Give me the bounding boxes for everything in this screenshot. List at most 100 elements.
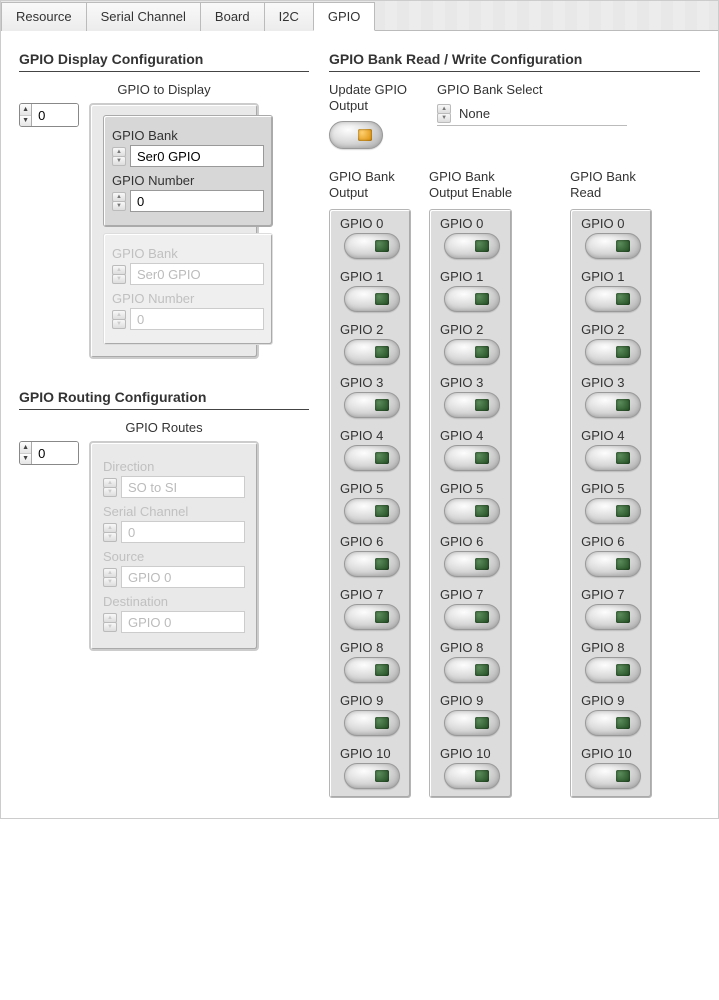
bank-select[interactable]: ▲▼ None xyxy=(437,104,627,126)
update-output-button[interactable] xyxy=(329,121,383,149)
tab-gpio[interactable]: GPIO xyxy=(313,2,376,31)
gpio-cell-label: GPIO 7 xyxy=(340,585,383,602)
gpio-number-spin-disabled: ▲ ▼ xyxy=(112,310,126,329)
routes-index-stepper[interactable]: ▲ ▼ xyxy=(19,441,79,465)
gpio-cell: GPIO 10 xyxy=(340,744,400,793)
gpio-toggle-output-3[interactable] xyxy=(344,392,400,418)
bank-select-spin[interactable]: ▲▼ xyxy=(437,104,451,123)
tab-board[interactable]: Board xyxy=(200,2,265,31)
gpio-toggle-output-2[interactable] xyxy=(344,339,400,365)
led-icon xyxy=(375,770,389,782)
gpio-toggle-output-enable-10[interactable] xyxy=(444,763,500,789)
gpio-toggle-read-7[interactable] xyxy=(585,604,641,630)
gpio-toggle-output-7[interactable] xyxy=(344,604,400,630)
gpio-toggle-read-10[interactable] xyxy=(585,763,641,789)
gpio-toggle-output-enable-5[interactable] xyxy=(444,498,500,524)
gpio-to-display-label: GPIO to Display xyxy=(19,82,309,97)
gpio-toggle-read-3[interactable] xyxy=(585,392,641,418)
routes-index-input[interactable] xyxy=(32,442,78,464)
gpio-cell: GPIO 3 xyxy=(340,373,400,422)
led-icon xyxy=(375,240,389,252)
gpio-toggle-read-1[interactable] xyxy=(585,286,641,312)
gpio-toggle-output-enable-6[interactable] xyxy=(444,551,500,577)
gpio-cell-label: GPIO 1 xyxy=(440,267,483,284)
routes-array-panel: Direction ▲▼ Serial Channel ▲▼ Source ▲▼ xyxy=(89,441,259,651)
gpio-toggle-output-8[interactable] xyxy=(344,657,400,683)
led-icon xyxy=(475,293,489,305)
gpio-cell-label: GPIO 10 xyxy=(581,744,632,761)
tab-resource[interactable]: Resource xyxy=(1,2,87,31)
gpio-toggle-output-10[interactable] xyxy=(344,763,400,789)
gpio-toggle-output-enable-3[interactable] xyxy=(444,392,500,418)
gpio-cell: GPIO 6 xyxy=(340,532,400,581)
gpio-number-spin-down[interactable]: ▼ xyxy=(112,201,126,211)
gpio-toggle-output-1[interactable] xyxy=(344,286,400,312)
gpio-toggle-output-6[interactable] xyxy=(344,551,400,577)
led-icon xyxy=(475,399,489,411)
bank-spin[interactable]: ▲ ▼ xyxy=(112,147,126,166)
led-icon xyxy=(475,664,489,676)
gpio-number-value-disabled xyxy=(130,308,264,330)
display-index-input[interactable] xyxy=(32,104,78,126)
gpio-toggle-output-enable-4[interactable] xyxy=(444,445,500,471)
gpio-col-list: GPIO 0GPIO 1GPIO 2GPIO 3GPIO 4GPIO 5GPIO… xyxy=(570,209,652,798)
gpio-cell: GPIO 10 xyxy=(440,744,501,793)
gpio-number-value[interactable] xyxy=(130,190,264,212)
gpio-cell: GPIO 8 xyxy=(340,638,400,687)
gpio-toggle-read-2[interactable] xyxy=(585,339,641,365)
gpio-toggle-output-enable-0[interactable] xyxy=(444,233,500,259)
gpio-cell-label: GPIO 1 xyxy=(581,267,624,284)
gpio-col-read: GPIO Bank ReadGPIO 0GPIO 1GPIO 2GPIO 3GP… xyxy=(570,169,652,798)
bank-value[interactable] xyxy=(130,145,264,167)
gpio-toggle-output-enable-8[interactable] xyxy=(444,657,500,683)
gpio-col-output-enable: GPIO Bank Output EnableGPIO 0GPIO 1GPIO … xyxy=(429,169,512,798)
led-icon xyxy=(475,452,489,464)
gpio-toggle-output-4[interactable] xyxy=(344,445,400,471)
direction-spin: ▲▼ xyxy=(103,478,117,497)
gpio-cell: GPIO 9 xyxy=(440,691,501,740)
bank-label: GPIO Bank xyxy=(112,128,264,143)
led-icon xyxy=(375,293,389,305)
gpio-toggle-read-6[interactable] xyxy=(585,551,641,577)
gpio-toggle-read-8[interactable] xyxy=(585,657,641,683)
tab-serial-channel[interactable]: Serial Channel xyxy=(86,2,201,31)
led-icon xyxy=(475,558,489,570)
gpio-cell: GPIO 3 xyxy=(440,373,501,422)
destination-value xyxy=(121,611,245,633)
gpio-toggle-output-9[interactable] xyxy=(344,710,400,736)
gpio-toggle-output-0[interactable] xyxy=(344,233,400,259)
gpio-cell: GPIO 8 xyxy=(581,638,641,687)
display-entry-active: GPIO Bank ▲ ▼ GPIO Number ▲ xyxy=(103,115,273,227)
gpio-cell-label: GPIO 9 xyxy=(440,691,483,708)
tab-i2c[interactable]: I2C xyxy=(264,2,314,31)
display-index-stepper[interactable]: ▲ ▼ xyxy=(19,103,79,127)
gpio-toggle-output-5[interactable] xyxy=(344,498,400,524)
gpio-cell-label: GPIO 4 xyxy=(581,426,624,443)
gpio-cell: GPIO 1 xyxy=(340,267,400,316)
gpio-toggle-read-5[interactable] xyxy=(585,498,641,524)
gpio-cell-label: GPIO 2 xyxy=(340,320,383,337)
gpio-toggle-read-4[interactable] xyxy=(585,445,641,471)
led-icon xyxy=(475,346,489,358)
bank-value-disabled xyxy=(130,263,264,285)
display-index-up[interactable]: ▲ xyxy=(20,104,31,116)
gpio-toggle-output-enable-1[interactable] xyxy=(444,286,500,312)
display-entry-disabled: GPIO Bank ▲ ▼ GPIO Number ▲ xyxy=(103,233,273,345)
gpio-routes-label: GPIO Routes xyxy=(19,420,309,435)
gpio-cell: GPIO 6 xyxy=(581,532,641,581)
bank-spin-down[interactable]: ▼ xyxy=(112,156,126,166)
gpio-cell: GPIO 7 xyxy=(440,585,501,634)
gpio-cell-label: GPIO 9 xyxy=(581,691,624,708)
gpio-cell-label: GPIO 6 xyxy=(581,532,624,549)
display-index-down[interactable]: ▼ xyxy=(20,116,31,127)
gpio-number-spin[interactable]: ▲ ▼ xyxy=(112,192,126,211)
routes-index-up[interactable]: ▲ xyxy=(20,442,31,454)
gpio-toggle-read-9[interactable] xyxy=(585,710,641,736)
gpio-toggle-output-enable-2[interactable] xyxy=(444,339,500,365)
gpio-cell: GPIO 2 xyxy=(440,320,501,369)
led-icon xyxy=(616,452,630,464)
gpio-toggle-output-enable-9[interactable] xyxy=(444,710,500,736)
gpio-toggle-output-enable-7[interactable] xyxy=(444,604,500,630)
gpio-toggle-read-0[interactable] xyxy=(585,233,641,259)
routes-index-down[interactable]: ▼ xyxy=(20,454,31,465)
